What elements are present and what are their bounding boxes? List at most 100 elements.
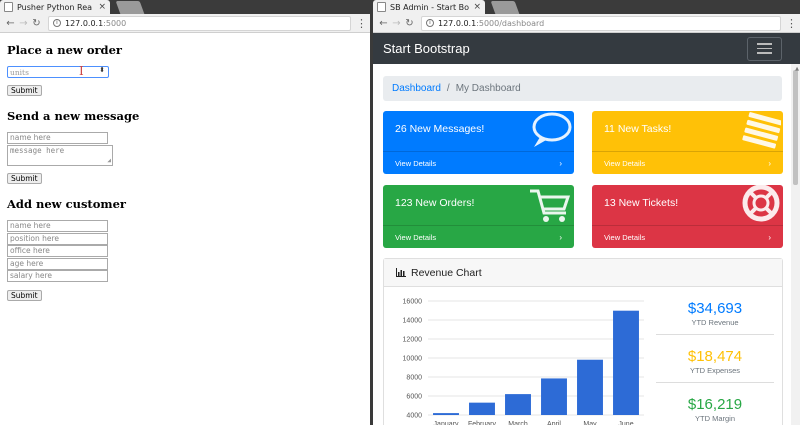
scroll-up-arrow-icon[interactable]: ▲ [795, 66, 799, 72]
chevron-right-icon: › [768, 232, 771, 242]
right-url-host: 127.0.0.1 [438, 18, 477, 28]
reload-icon[interactable]: ↻ [30, 18, 43, 29]
scrollbar-thumb[interactable] [793, 70, 798, 185]
message-textarea[interactable]: message here ◢ [7, 145, 113, 166]
menu-dots-icon[interactable]: ⋮ [356, 17, 367, 30]
ytd-expenses-value: $18,474 [687, 348, 743, 365]
y-tick-label: 12000 [403, 337, 423, 344]
orders-card: 123 New Orders! View Details › [383, 185, 574, 248]
back-arrow-icon[interactable]: ← [377, 18, 390, 29]
close-icon[interactable]: × [98, 2, 106, 12]
messages-card-title: 26 New Messages! [395, 123, 485, 135]
tasks-view-details-link[interactable]: View Details › [592, 151, 783, 174]
card-body: 26 New Messages! [383, 111, 574, 151]
customer-office-input[interactable]: office here [7, 245, 108, 257]
bar-january[interactable] [433, 413, 459, 415]
orders-view-details-link[interactable]: View Details › [383, 225, 574, 248]
page-scrollbar[interactable] [791, 64, 800, 425]
message-name-input[interactable]: name here [7, 132, 108, 144]
orders-card-title: 123 New Orders! [395, 197, 475, 209]
bar-february[interactable] [469, 402, 495, 415]
info-icon[interactable]: i [426, 19, 434, 27]
page-icon [377, 2, 386, 12]
left-browser-window: Pusher Python Rea × ← → ↻ i 127.0.0.1:50… [0, 0, 370, 425]
bar-april[interactable] [541, 378, 567, 415]
right-tab-strip: SB Admin - Start Bo × [373, 0, 800, 14]
ytd-expenses-label: YTD Expenses [689, 366, 741, 375]
breadcrumb-dashboard-link[interactable]: Dashboard [392, 83, 441, 94]
card-body: 123 New Orders! [383, 185, 574, 225]
hamburger-line [757, 47, 772, 50]
bar-chart-icon [396, 268, 406, 277]
back-arrow-icon[interactable]: ← [4, 18, 17, 29]
hamburger-line [757, 43, 772, 45]
revenue-chart-panel: Revenue Chart 4000 6000 8000 10000 12000 1400… [383, 258, 783, 425]
revenue-bar-chart: 4000 6000 8000 10000 12000 14000 16000 January F… [403, 299, 644, 425]
x-tick-label: May [583, 421, 597, 425]
right-active-tab[interactable]: SB Admin - Start Bo × [373, 0, 485, 14]
view-details-label: View Details [604, 232, 646, 242]
right-url-path: :5000/dashboard [476, 18, 545, 28]
select-arrows-icon: ⬍ [99, 66, 105, 74]
ytd-margin-value: $16,219 [687, 396, 743, 413]
menu-dots-icon[interactable]: ⋮ [786, 17, 797, 30]
tickets-card-title: 13 New Tickets! [604, 197, 679, 209]
units-select-value: units [10, 67, 29, 77]
customer-salary-input[interactable]: salary here [7, 270, 108, 282]
bar-june[interactable] [613, 310, 639, 415]
life-ring-icon [742, 185, 780, 222]
y-tick-label: 6000 [406, 394, 422, 401]
revenue-chart: 4000 6000 8000 10000 12000 14000 16000 January F… [384, 287, 654, 425]
bar-march[interactable] [505, 394, 531, 415]
new-tab-button[interactable] [490, 1, 520, 14]
navbar-toggler-button[interactable] [747, 36, 782, 61]
screen: Pusher Python Rea × ← → ↻ i 127.0.0.1:50… [0, 0, 800, 425]
messages-card: 26 New Messages! View Details › [383, 111, 574, 174]
ytd-expenses-stat: $18,474 YTD Expenses [656, 335, 774, 383]
ytd-revenue-label: YTD Revenue [691, 318, 739, 327]
view-details-label: View Details [395, 232, 437, 242]
ytd-revenue-value: $34,693 [687, 300, 743, 317]
forward-arrow-icon[interactable]: → [17, 18, 30, 29]
left-address-bar[interactable]: i 127.0.0.1:5000 [48, 15, 351, 31]
navbar-brand[interactable]: Start Bootstrap [383, 41, 470, 56]
resize-grip-icon[interactable]: ◢ [107, 157, 111, 164]
units-select[interactable]: units ⬍ [7, 66, 109, 78]
x-tick-label: June [618, 421, 633, 425]
customer-name-input[interactable]: name here [7, 220, 108, 232]
panel-header: Revenue Chart [384, 259, 782, 287]
right-address-bar[interactable]: i 127.0.0.1:5000/dashboard [421, 15, 781, 31]
y-tick-label: 14000 [403, 318, 423, 325]
summary-cards: 26 New Messages! View Details › 11 New T… [383, 111, 783, 261]
message-submit-button[interactable]: Submit [7, 173, 42, 184]
close-icon[interactable]: × [473, 2, 481, 12]
order-heading: Place a new order [7, 43, 122, 57]
order-submit-button[interactable]: Submit [7, 85, 42, 96]
tasks-card: 11 New Tasks! View Details › [592, 111, 783, 174]
new-tab-button[interactable] [115, 1, 145, 14]
left-active-tab[interactable]: Pusher Python Rea × [0, 0, 110, 14]
card-body: 13 New Tickets! [592, 185, 783, 225]
customer-position-input[interactable]: position here [7, 232, 108, 245]
y-tick-label: 16000 [403, 299, 423, 306]
hamburger-line [757, 52, 772, 54]
tasks-card-title: 11 New Tasks! [604, 123, 672, 135]
bar-may[interactable] [577, 359, 603, 415]
info-icon[interactable]: i [53, 19, 61, 27]
customer-age-input[interactable]: age here [7, 257, 108, 270]
left-url-path: :5000 [103, 18, 127, 28]
panel-title: Revenue Chart [411, 266, 482, 279]
y-tick-label: 4000 [406, 413, 422, 420]
forward-arrow-icon[interactable]: → [390, 18, 403, 29]
breadcrumb-separator: / [446, 83, 450, 94]
y-tick-label: 8000 [406, 375, 422, 382]
customer-heading: Add new customer [7, 197, 126, 211]
list-icon [742, 112, 781, 149]
tickets-view-details-link[interactable]: View Details › [592, 225, 783, 248]
x-tick-label: March [508, 421, 528, 425]
reload-icon[interactable]: ↻ [403, 18, 416, 29]
customer-submit-button[interactable]: Submit [7, 289, 42, 301]
view-details-label: View Details [395, 158, 437, 168]
messages-view-details-link[interactable]: View Details › [383, 151, 574, 174]
ytd-revenue-stat: $34,693 YTD Revenue [656, 287, 774, 335]
